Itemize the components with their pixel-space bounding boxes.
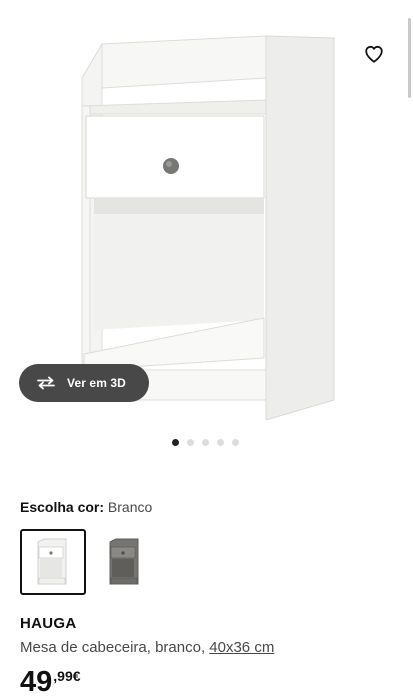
view-3d-button[interactable]: Ver em 3D [19, 364, 149, 402]
carousel-dots [172, 439, 239, 446]
product-image-gallery[interactable]: Ver em 3D [0, 0, 413, 425]
price-decimal: ,99€ [53, 668, 81, 684]
product-name: HAUGA [20, 615, 77, 632]
color-swatch-cinzento[interactable] [92, 529, 158, 595]
rotate-3d-icon [37, 376, 55, 390]
swatch-image-white [37, 538, 67, 585]
color-label: Escolha cor: [20, 499, 105, 515]
color-swatch-branco[interactable] [20, 529, 86, 595]
heart-icon [365, 45, 383, 63]
product-description-text: Mesa de cabeceira, branco, [20, 639, 206, 656]
carousel-dot[interactable] [187, 439, 194, 446]
scrollbar[interactable] [408, 18, 411, 98]
carousel-dot[interactable] [172, 439, 179, 446]
product-size-link[interactable]: 40x36 cm [209, 639, 274, 656]
view-3d-label: Ver em 3D [67, 376, 126, 390]
carousel-dot[interactable] [202, 439, 209, 446]
price-integer: 49 [20, 666, 53, 698]
product-image [81, 35, 335, 420]
swatch-image-grey [109, 538, 139, 585]
product-price: 49 ,99€ [20, 664, 81, 698]
product-description: Mesa de cabeceira, branco, 40x36 cm [20, 639, 274, 656]
color-selection: Escolha cor: Branco [20, 499, 152, 515]
carousel-dot[interactable] [232, 439, 239, 446]
favorite-button[interactable] [360, 40, 388, 68]
carousel-dot[interactable] [217, 439, 224, 446]
selected-color: Branco [107, 499, 153, 515]
